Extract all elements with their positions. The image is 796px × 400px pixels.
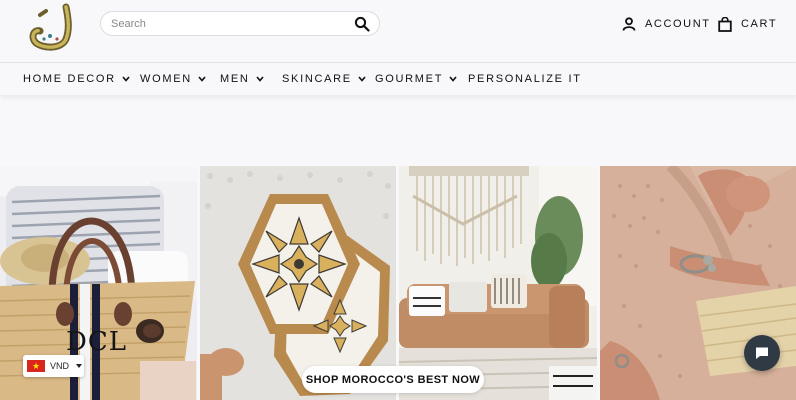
cart-link[interactable]: CART xyxy=(718,15,777,33)
search-bar xyxy=(100,11,380,36)
nav-item-personalize-it[interactable]: PERSONALIZE IT xyxy=(468,72,582,86)
hero-gallery: DCL xyxy=(0,166,796,400)
chevron-down-icon xyxy=(255,76,264,82)
arabic-calligraphy-logo-icon[interactable] xyxy=(26,3,80,53)
chat-bubble-icon xyxy=(756,347,768,359)
chevron-down-icon xyxy=(449,76,457,82)
nav-item-women[interactable]: WOMEN xyxy=(140,72,206,86)
nav-item-skincare[interactable]: SKINCARE xyxy=(282,72,366,86)
cart-label: CART xyxy=(741,18,778,30)
account-label: ACCOUNT xyxy=(645,18,711,30)
site-header: ACCOUNT CART xyxy=(0,0,796,62)
currency-code: VND xyxy=(50,361,70,371)
currency-selector[interactable]: ★ VND xyxy=(23,355,84,377)
vietnam-flag-icon: ★ xyxy=(27,360,45,372)
nav-item-men[interactable]: MEN xyxy=(220,72,264,86)
gallery-image-living-room[interactable] xyxy=(399,166,597,400)
chevron-down-icon xyxy=(358,76,366,82)
shopping-bag-icon xyxy=(718,16,732,32)
gallery-image-hexagon-trays[interactable] xyxy=(200,166,396,400)
main-navigation: HOME DECOR WOMEN MEN SKINCARE GOURMET PE… xyxy=(0,63,796,95)
nav-item-label: GOURMET xyxy=(375,73,444,85)
user-icon xyxy=(622,17,636,31)
search-icon[interactable] xyxy=(354,16,370,32)
nav-item-label: HOME DECOR xyxy=(23,73,116,85)
caret-down-icon xyxy=(76,364,83,368)
account-link[interactable]: ACCOUNT xyxy=(622,15,711,33)
svg-text:DCL: DCL xyxy=(66,327,127,357)
chevron-down-icon xyxy=(198,76,206,82)
nav-item-label: SKINCARE xyxy=(282,73,352,85)
shop-now-button[interactable]: SHOP MOROCCO'S BEST NOW xyxy=(302,366,484,393)
nav-item-label: PERSONALIZE IT xyxy=(468,73,582,85)
chat-button[interactable] xyxy=(744,335,780,371)
nav-item-home-decor[interactable]: HOME DECOR xyxy=(23,72,130,86)
nav-item-label: WOMEN xyxy=(140,73,192,85)
nav-item-gourmet[interactable]: GOURMET xyxy=(375,72,457,86)
chevron-down-icon xyxy=(122,76,130,82)
search-input[interactable] xyxy=(111,16,341,32)
nav-item-label: MEN xyxy=(220,73,250,85)
